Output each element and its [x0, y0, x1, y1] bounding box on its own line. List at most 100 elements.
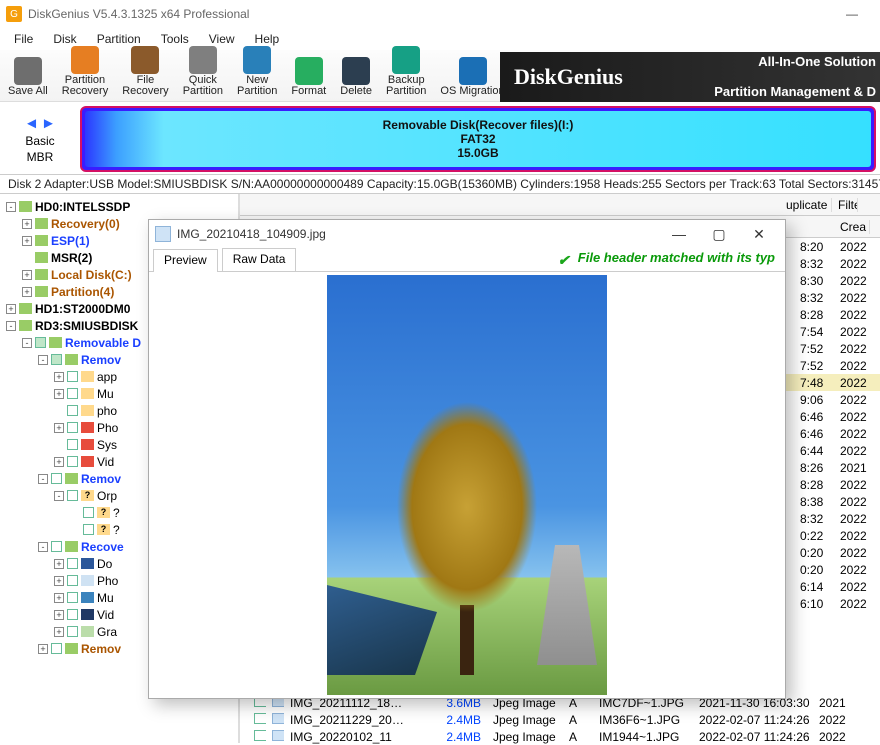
tree-node[interactable]: -HD0:INTELSSDP — [0, 198, 238, 215]
tree-checkbox[interactable] — [67, 490, 78, 501]
next-disk-button[interactable]: ► — [41, 115, 56, 132]
tool-partition-recovery[interactable]: Partition Recovery — [62, 46, 108, 97]
expand-toggle[interactable]: + — [54, 423, 64, 433]
expand-toggle[interactable]: + — [22, 236, 32, 246]
tree-icon — [35, 286, 48, 297]
expand-toggle[interactable]: + — [54, 559, 64, 569]
partition-size: 15.0GB — [457, 146, 498, 160]
expand-toggle[interactable]: + — [54, 593, 64, 603]
tree-icon — [81, 626, 94, 637]
expand-toggle[interactable]: + — [22, 219, 32, 229]
tree-label: Vid — [97, 608, 114, 622]
tool-format[interactable]: Format — [291, 57, 326, 97]
tool-delete[interactable]: Delete — [340, 57, 372, 97]
menu-view[interactable]: View — [199, 32, 245, 46]
tool-os-migration[interactable]: OS Migration — [440, 57, 504, 97]
tree-checkbox[interactable] — [67, 558, 78, 569]
tree-icon — [81, 405, 94, 416]
tree-checkbox[interactable] — [83, 524, 94, 535]
partition-bar[interactable]: Removable Disk(Recover files)(I:) FAT32 … — [80, 106, 876, 172]
tree-label: ? — [113, 523, 120, 537]
tree-icon — [81, 609, 94, 620]
tool-quick-partition[interactable]: Quick Partition — [183, 46, 223, 97]
tool-save-all[interactable]: Save All — [8, 57, 48, 97]
expand-toggle[interactable]: + — [22, 270, 32, 280]
tree-label: HD1:ST2000DM0 — [35, 302, 130, 316]
expand-toggle[interactable]: - — [6, 202, 16, 212]
tree-checkbox[interactable] — [67, 405, 78, 416]
menu-disk[interactable]: Disk — [43, 32, 86, 46]
expand-toggle[interactable]: + — [54, 576, 64, 586]
tree-icon: ? — [97, 524, 110, 535]
tree-checkbox[interactable] — [67, 439, 78, 450]
menu-help[interactable]: Help — [245, 32, 290, 46]
tree-checkbox[interactable] — [67, 456, 78, 467]
tree-icon — [35, 218, 48, 229]
tree-label: Mu — [97, 387, 114, 401]
expand-toggle[interactable]: + — [54, 627, 64, 637]
tree-label: Sys — [97, 438, 117, 452]
expand-toggle[interactable]: - — [38, 542, 48, 552]
tree-label: Remov — [81, 642, 121, 656]
prev-disk-button[interactable]: ◄ — [24, 115, 39, 132]
disk-info-bar: Disk 2 Adapter:USB Model:SMIUSBDISK S/N:… — [0, 174, 880, 194]
preview-filename: IMG_20210418_104909.jpg — [177, 227, 326, 241]
partition-fs: FAT32 — [460, 132, 495, 146]
col-created[interactable]: Crea — [834, 220, 870, 234]
expand-toggle[interactable]: + — [54, 389, 64, 399]
expand-toggle[interactable]: + — [22, 287, 32, 297]
tree-checkbox[interactable] — [67, 388, 78, 399]
menu-partition[interactable]: Partition — [87, 32, 151, 46]
preview-close-button[interactable]: ✕ — [739, 220, 779, 248]
expand-toggle[interactable]: + — [6, 304, 16, 314]
tree-checkbox[interactable] — [67, 422, 78, 433]
preview-maximize-button[interactable]: ▢ — [699, 220, 739, 248]
menu-file[interactable]: File — [4, 32, 43, 46]
expand-toggle[interactable]: - — [6, 321, 16, 331]
tool-file-recovery[interactable]: File Recovery — [122, 46, 168, 97]
expand-toggle[interactable]: + — [38, 644, 48, 654]
tree-icon — [35, 252, 48, 263]
tool-icon — [392, 46, 420, 74]
tree-checkbox[interactable] — [67, 371, 78, 382]
minimize-button[interactable]: — — [830, 0, 874, 28]
tree-checkbox[interactable] — [51, 354, 62, 365]
expand-toggle[interactable]: + — [54, 372, 64, 382]
tree-checkbox[interactable] — [35, 337, 46, 348]
tool-new-partition[interactable]: New Partition — [237, 46, 277, 97]
tree-checkbox[interactable] — [51, 643, 62, 654]
expand-toggle[interactable]: - — [54, 491, 64, 501]
preview-window[interactable]: IMG_20210418_104909.jpg — ▢ ✕ Preview Ra… — [148, 219, 786, 699]
image-file-icon — [155, 226, 171, 242]
expand-toggle[interactable]: - — [38, 474, 48, 484]
col-duplicate-button[interactable]: uplicate — [780, 198, 832, 212]
expand-toggle[interactable]: + — [54, 457, 64, 467]
tree-checkbox[interactable] — [51, 473, 62, 484]
tab-raw-data[interactable]: Raw Data — [222, 248, 297, 271]
expand-toggle[interactable]: + — [54, 610, 64, 620]
tree-checkbox[interactable] — [67, 609, 78, 620]
tree-label: Local Disk(C:) — [51, 268, 132, 282]
tree-checkbox[interactable] — [67, 575, 78, 586]
file-row[interactable]: IMG_20211229_20…2.4MBJpeg ImageAIM36F6~1… — [248, 711, 880, 728]
expand-toggle[interactable]: - — [38, 355, 48, 365]
app-logo: G — [6, 6, 22, 22]
tree-checkbox[interactable] — [67, 592, 78, 603]
tree-checkbox[interactable] — [67, 626, 78, 637]
tree-label: Recove — [81, 540, 124, 554]
tree-label: Orp — [97, 489, 117, 503]
tree-label: ESP(1) — [51, 234, 90, 248]
file-row[interactable]: IMG_20220102_112.4MBJpeg ImageAIM1944~1.… — [248, 728, 880, 745]
tree-label: Gra — [97, 625, 117, 639]
menu-tools[interactable]: Tools — [151, 32, 199, 46]
row-checkbox[interactable] — [248, 730, 266, 744]
expand-toggle[interactable]: - — [22, 338, 32, 348]
preview-minimize-button[interactable]: — — [659, 220, 699, 248]
row-checkbox[interactable] — [248, 713, 266, 727]
col-filter-button[interactable]: Filte — [832, 198, 858, 212]
disk-mode-panel: ◄ ► Basic MBR — [0, 104, 80, 174]
tree-checkbox[interactable] — [51, 541, 62, 552]
tool-backup-partition[interactable]: Backup Partition — [386, 46, 426, 97]
tab-preview[interactable]: Preview — [153, 249, 218, 272]
tree-checkbox[interactable] — [83, 507, 94, 518]
